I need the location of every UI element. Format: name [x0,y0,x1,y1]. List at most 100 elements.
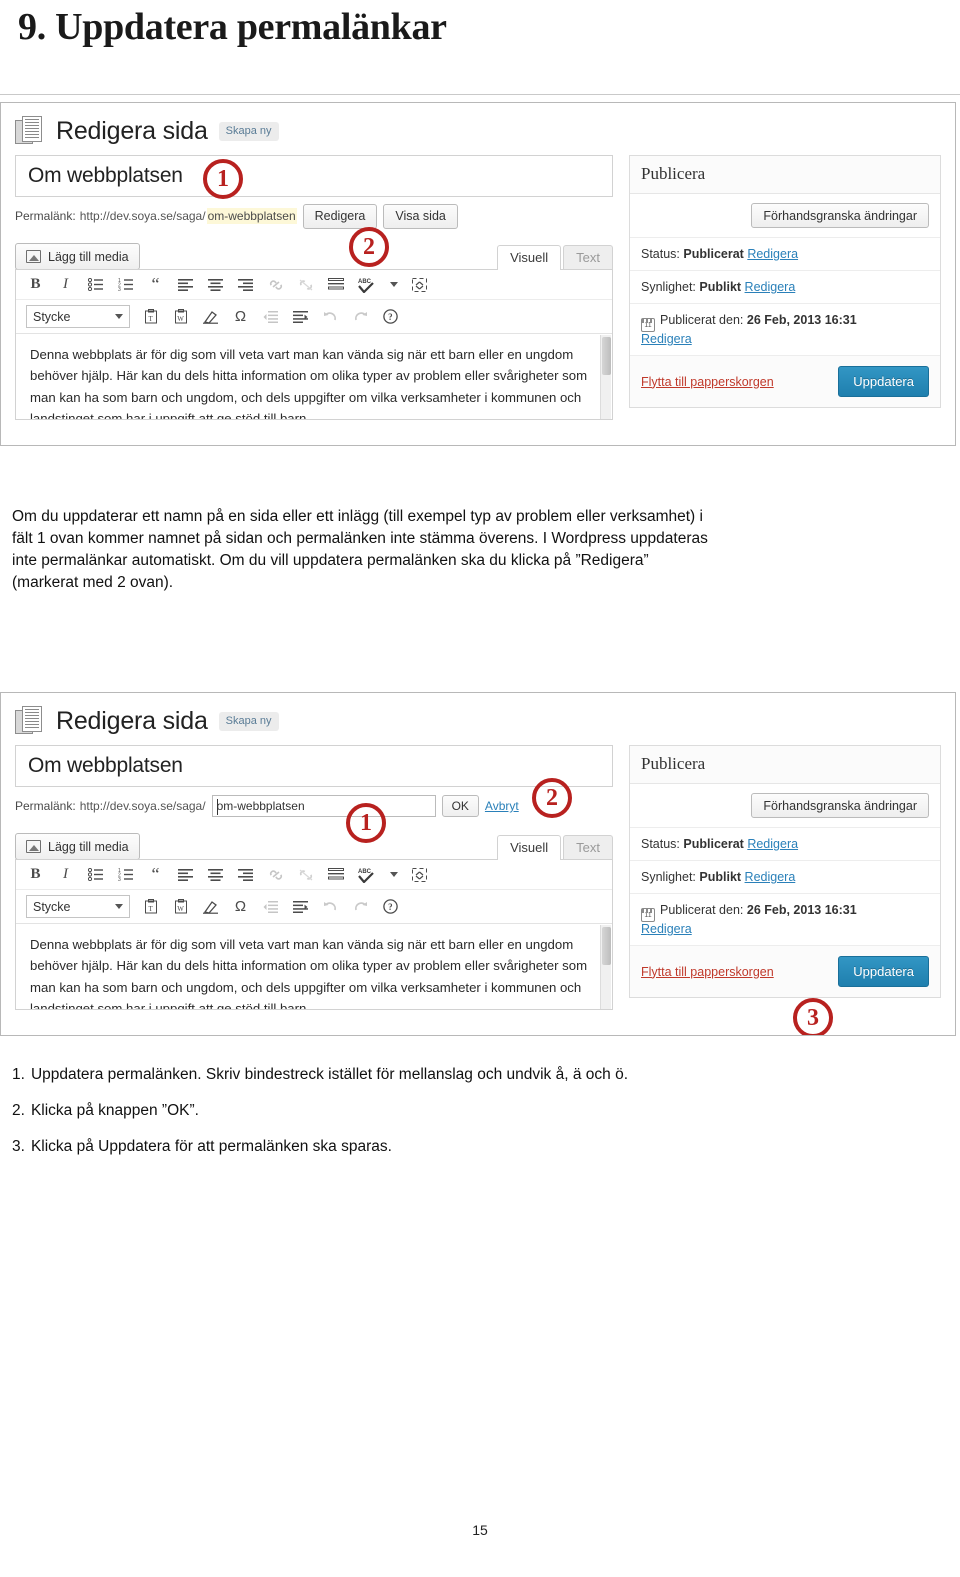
published-edit-link[interactable]: Redigera [641,922,692,936]
tab-text[interactable]: Text [563,245,613,270]
ordered-list-icon[interactable]: 123 [116,275,135,294]
format-select-value: Stycke [33,899,71,914]
published-edit-link[interactable]: Redigera [641,332,692,346]
bold-icon[interactable]: B [26,865,45,884]
media-icon [26,840,41,853]
post-title-field[interactable]: Om webbplatsen [15,155,613,197]
update-button[interactable]: Uppdatera [838,956,929,987]
outdent-icon[interactable] [261,307,280,326]
fullscreen-icon[interactable] [410,865,429,884]
status-value: Publicerat [683,247,744,261]
tinymce-editor: B I 123 “ ABC Stycke T W Ω ? Denna webbp… [15,269,613,420]
visibility-edit-link[interactable]: Redigera [745,280,796,294]
calendar-icon: 11 [641,908,655,922]
format-select[interactable]: Stycke [26,895,130,918]
special-character-icon[interactable]: Ω [231,307,250,326]
ordered-list-icon[interactable]: 123 [116,865,135,884]
tab-visual[interactable]: Visuell [497,835,562,860]
create-new-button[interactable]: Skapa ny [218,121,279,141]
paste-as-text-icon[interactable]: T [141,307,160,326]
insert-link-icon[interactable] [266,275,285,294]
remove-formatting-icon[interactable] [201,897,220,916]
add-media-button[interactable]: Lägg till media [15,243,140,270]
editor-content-area[interactable]: Denna webbplats är för dig som vill veta… [16,923,612,1009]
spellcheck-icon[interactable]: ABC [356,275,378,294]
permalink-cancel-link[interactable]: Avbryt [485,799,519,813]
update-button[interactable]: Uppdatera [838,366,929,397]
publish-panel: Publicera Förhandsgranska ändringar Stat… [629,155,941,408]
paste-as-text-icon[interactable]: T [141,897,160,916]
align-left-icon[interactable] [176,865,195,884]
italic-icon[interactable]: I [56,865,75,884]
annotation-marker-3: 3 [793,998,833,1035]
chevron-down-icon [115,314,123,319]
permalink-edit-button[interactable]: Redigera [302,203,378,229]
remove-formatting-icon[interactable] [201,307,220,326]
help-icon[interactable]: ? [381,307,400,326]
status-edit-link[interactable]: Redigera [747,837,798,851]
status-edit-link[interactable]: Redigera [747,247,798,261]
special-character-icon[interactable]: Ω [231,897,250,916]
permalink-label: Permalänk: [15,209,76,223]
bold-icon[interactable]: B [26,275,45,294]
move-to-trash-link[interactable]: Flytta till papperskorgen [641,375,774,389]
help-icon[interactable]: ? [381,897,400,916]
preview-changes-button[interactable]: Förhandsgranska ändringar [751,793,929,818]
editor-toolbar-row-1: B I 123 “ ABC [16,270,612,300]
insert-link-icon[interactable] [266,865,285,884]
status-label: Status: [641,247,680,261]
tab-visual[interactable]: Visuell [497,245,562,270]
blockquote-icon[interactable]: “ [146,865,165,884]
unordered-list-icon[interactable] [86,865,105,884]
published-label: Publicerat den: [660,313,744,327]
create-new-button[interactable]: Skapa ny [218,711,279,731]
paste-from-word-icon[interactable]: W [171,307,190,326]
redo-icon[interactable] [351,307,370,326]
spellcheck-dropdown-icon[interactable] [389,865,399,884]
blockquote-icon[interactable]: “ [146,275,165,294]
unlink-icon[interactable] [296,865,315,884]
media-icon [26,250,41,263]
screenshot-2-wordpress-editor-permalink-edit: Redigera sida Skapa ny Om webbplatsen Pe… [0,692,956,1036]
indent-icon[interactable] [291,307,310,326]
unlink-icon[interactable] [296,275,315,294]
editor-scrollbar[interactable] [600,335,611,419]
permalink-slug-input[interactable]: om-webbplatsen [211,795,436,817]
indent-icon[interactable] [291,897,310,916]
undo-icon[interactable] [321,897,340,916]
wp-header-2: Redigera sida Skapa ny [15,703,941,739]
undo-icon[interactable] [321,307,340,326]
view-page-button[interactable]: Visa sida [383,203,458,229]
more-tag-icon[interactable] [326,865,345,884]
add-media-button[interactable]: Lägg till media [15,833,140,860]
permalink-label: Permalänk: [15,799,76,813]
outdent-icon[interactable] [261,897,280,916]
preview-changes-button[interactable]: Förhandsgranska ändringar [751,203,929,228]
fullscreen-icon[interactable] [410,275,429,294]
post-title-field[interactable]: Om webbplatsen [15,745,613,787]
permalink-row: Permalänk: http://dev.soya.se/saga/ om-w… [15,203,613,229]
editor-scrollbar[interactable] [600,925,611,1009]
redo-icon[interactable] [351,897,370,916]
spellcheck-icon[interactable]: ABC [356,865,378,884]
visibility-edit-link[interactable]: Redigera [745,870,796,884]
align-center-icon[interactable] [206,865,225,884]
publish-actions: Flytta till papperskorgen Uppdatera [630,946,940,997]
move-to-trash-link[interactable]: Flytta till papperskorgen [641,965,774,979]
align-left-icon[interactable] [176,275,195,294]
permalink-ok-button[interactable]: OK [441,795,479,817]
align-center-icon[interactable] [206,275,225,294]
more-tag-icon[interactable] [326,275,345,294]
svg-text:?: ? [388,902,393,912]
editor-content-area[interactable]: Denna webbplats är för dig som vill veta… [16,333,612,419]
align-right-icon[interactable] [236,865,255,884]
unordered-list-icon[interactable] [86,275,105,294]
spellcheck-dropdown-icon[interactable] [389,275,399,294]
format-select[interactable]: Stycke [26,305,130,328]
preview-section: Förhandsgranska ändringar [630,784,940,828]
align-right-icon[interactable] [236,275,255,294]
editor-content-text: Denna webbplats är för dig som vill veta… [30,347,588,419]
paste-from-word-icon[interactable]: W [171,897,190,916]
tab-text[interactable]: Text [563,835,613,860]
italic-icon[interactable]: I [56,275,75,294]
